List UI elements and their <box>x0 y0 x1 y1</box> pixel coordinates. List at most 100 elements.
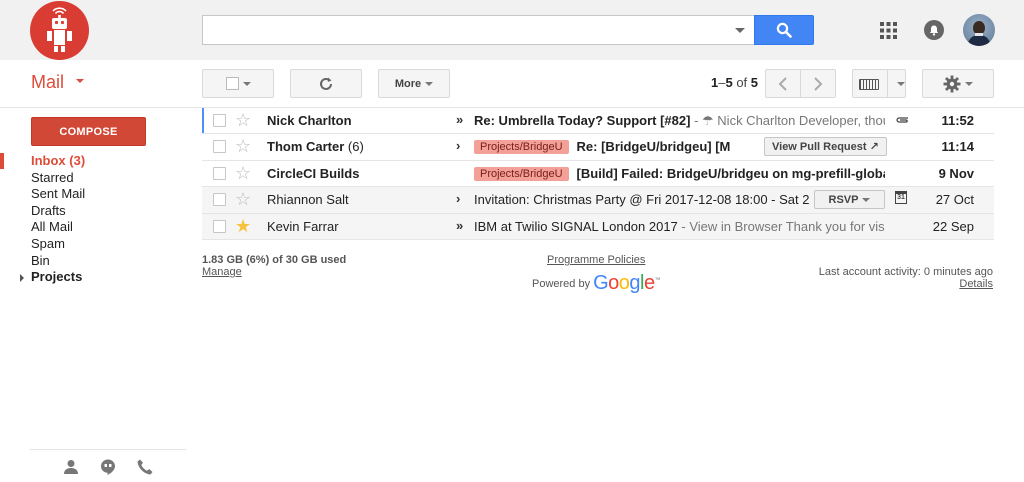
phone-icon[interactable] <box>136 458 154 476</box>
refresh-button[interactable] <box>290 69 362 98</box>
activity-details-link[interactable]: Details <box>959 278 993 290</box>
keyboard-icon <box>859 79 879 90</box>
programme-policies-link[interactable]: Programme Policies <box>547 254 645 266</box>
account-avatar[interactable] <box>963 14 995 46</box>
mail-app-switcher[interactable]: Mail <box>31 72 64 93</box>
search-input[interactable] <box>202 15 755 45</box>
star-icon[interactable]: ☆ <box>235 163 251 183</box>
rsvp-button[interactable]: RSVP <box>814 190 885 210</box>
sidebar-nav: Inbox (3) Starred Sent Mail Drafts All M… <box>0 153 190 286</box>
subject: Invitation: Christmas Party @ Fri 2017-1… <box>474 192 810 208</box>
google-logo-letter: o <box>618 272 630 294</box>
importance-marker-icon[interactable]: › <box>456 191 460 206</box>
top-bar <box>0 0 1024 60</box>
sender: Thom Carter (6) <box>267 139 447 154</box>
older-button[interactable] <box>800 69 836 98</box>
sidebar-item-projects[interactable]: Projects <box>0 269 190 286</box>
message-content: IBM at Twilio SIGNAL London 2017 - View … <box>474 219 885 234</box>
newer-button[interactable] <box>765 69 801 98</box>
message-content: Projects/BridgeU Re: [BridgeU/bridgeu] [M… <box>474 139 730 155</box>
more-label: More <box>394 77 422 90</box>
sidebar-item-bin[interactable]: Bin <box>0 253 190 270</box>
row-checkbox[interactable] <box>213 219 226 233</box>
sender-name: Nick Charlton <box>267 113 352 128</box>
importance-marker-icon[interactable]: › <box>456 138 460 153</box>
apps-grid-icon[interactable] <box>880 22 897 39</box>
view-pull-request-button[interactable]: View Pull Request ↗ <box>764 137 887 157</box>
message-row[interactable]: ☆ CircleCI Builds Projects/BridgeU [Build… <box>202 160 994 188</box>
notifications-bell-icon[interactable] <box>924 20 944 40</box>
sender-name: Kevin Farrar <box>267 218 339 234</box>
message-row[interactable]: ☆ Thom Carter (6) › Projects/BridgeU Re: … <box>202 134 994 161</box>
sidebar-item-drafts[interactable]: Drafts <box>0 203 190 220</box>
person-icon[interactable] <box>62 458 80 476</box>
search-icon <box>776 22 792 38</box>
expand-triangle-icon[interactable] <box>20 274 24 283</box>
bell-icon <box>929 25 939 36</box>
message-list: ☆ Nick Charlton » Re: Umbrella Today? Su… <box>202 108 994 240</box>
importance-marker-icon[interactable]: » <box>456 218 463 233</box>
checkbox-icon <box>225 77 239 90</box>
google-logo: Google™ <box>593 272 660 295</box>
sidebar-item-spam[interactable]: Spam <box>0 236 190 253</box>
rsvp-label: RSVP <box>828 193 859 206</box>
search-button[interactable] <box>754 15 814 45</box>
star-icon[interactable]: ☆ <box>235 110 251 130</box>
message-time: 27 Oct <box>935 192 974 208</box>
message-content: Projects/BridgeU [Build] Failed: BridgeU/… <box>474 166 885 181</box>
google-logo-letter: o <box>608 272 619 294</box>
message-row[interactable]: ☆ Nick Charlton » Re: Umbrella Today? Su… <box>202 108 994 135</box>
mail-switcher-caret-icon[interactable] <box>76 79 84 83</box>
thread-count: (6) <box>347 139 364 155</box>
search-options-caret-icon[interactable] <box>735 28 745 33</box>
powered-by-google: Powered by Google™ <box>532 272 661 295</box>
row-checkbox[interactable] <box>213 166 226 180</box>
star-icon[interactable]: ★ <box>235 216 251 236</box>
label-chip[interactable]: Projects/BridgeU <box>474 166 569 181</box>
message-row[interactable]: ★ Kevin Farrar » IBM at Twilio SIGNAL Lo… <box>202 213 994 240</box>
importance-marker-icon[interactable]: » <box>456 112 463 127</box>
last-account-activity: Last account activity: 0 minutes ago <box>818 266 993 278</box>
pager-end: 5 <box>725 75 733 90</box>
message-time: 22 Sep <box>932 218 974 234</box>
star-icon[interactable]: ☆ <box>235 136 251 156</box>
sender-name: CircleCI Builds <box>267 165 360 181</box>
settings-button[interactable] <box>922 69 994 98</box>
compose-button[interactable]: COMPOSE <box>31 117 146 146</box>
message-time: 9 Nov <box>938 165 974 181</box>
sender: Kevin Farrar <box>267 219 447 234</box>
label-chip[interactable]: Projects/BridgeU <box>474 140 569 155</box>
chevron-down-icon[interactable] <box>897 82 905 86</box>
gear-icon <box>943 75 961 92</box>
chevron-left-icon <box>778 76 787 91</box>
trademark-mark: ™ <box>654 277 661 284</box>
row-checkbox[interactable] <box>213 193 226 207</box>
star-icon[interactable]: ☆ <box>235 189 251 209</box>
sidebar-item-all-mail[interactable]: All Mail <box>0 219 190 236</box>
row-checkbox[interactable] <box>213 114 226 127</box>
sidebar-item-label: Projects <box>31 269 83 285</box>
calendar-icon: 31 <box>895 191 907 205</box>
more-actions-button[interactable]: More <box>378 69 450 98</box>
chevron-down-icon <box>965 81 973 86</box>
subject: Re: Umbrella Today? Support [#82] <box>474 113 691 128</box>
subject: Re: [BridgeU/bridgeu] [Ma <box>576 139 730 155</box>
input-tools-button[interactable] <box>852 69 906 98</box>
sidebar-item-starred[interactable]: Starred <box>0 170 190 187</box>
sidebar-item-sent-mail[interactable]: Sent Mail <box>0 186 190 203</box>
sidebar-item-inbox[interactable]: Inbox (3) <box>0 153 190 170</box>
subject: [Build] Failed: BridgeU/bridgeu on mg-pr… <box>576 165 885 181</box>
manage-storage-link[interactable]: Manage <box>202 266 242 278</box>
row-checkbox[interactable] <box>213 140 226 154</box>
app-logo[interactable] <box>30 1 89 60</box>
message-row[interactable]: ☆ Rhiannon Salt › Invitation: Christmas … <box>202 187 994 214</box>
message-content: Re: Umbrella Today? Support [#82] - ☂ Ni… <box>474 113 885 129</box>
sender: Rhiannon Salt <box>267 192 447 207</box>
select-checkbox-button[interactable] <box>202 69 274 98</box>
google-logo-letter: G <box>593 272 609 294</box>
hangouts-icon[interactable] <box>99 458 117 476</box>
message-time: 11:14 <box>941 139 974 155</box>
chevron-down-icon <box>242 81 251 86</box>
chevron-down-icon <box>862 197 871 202</box>
sender-name: Rhiannon Salt <box>267 192 349 208</box>
